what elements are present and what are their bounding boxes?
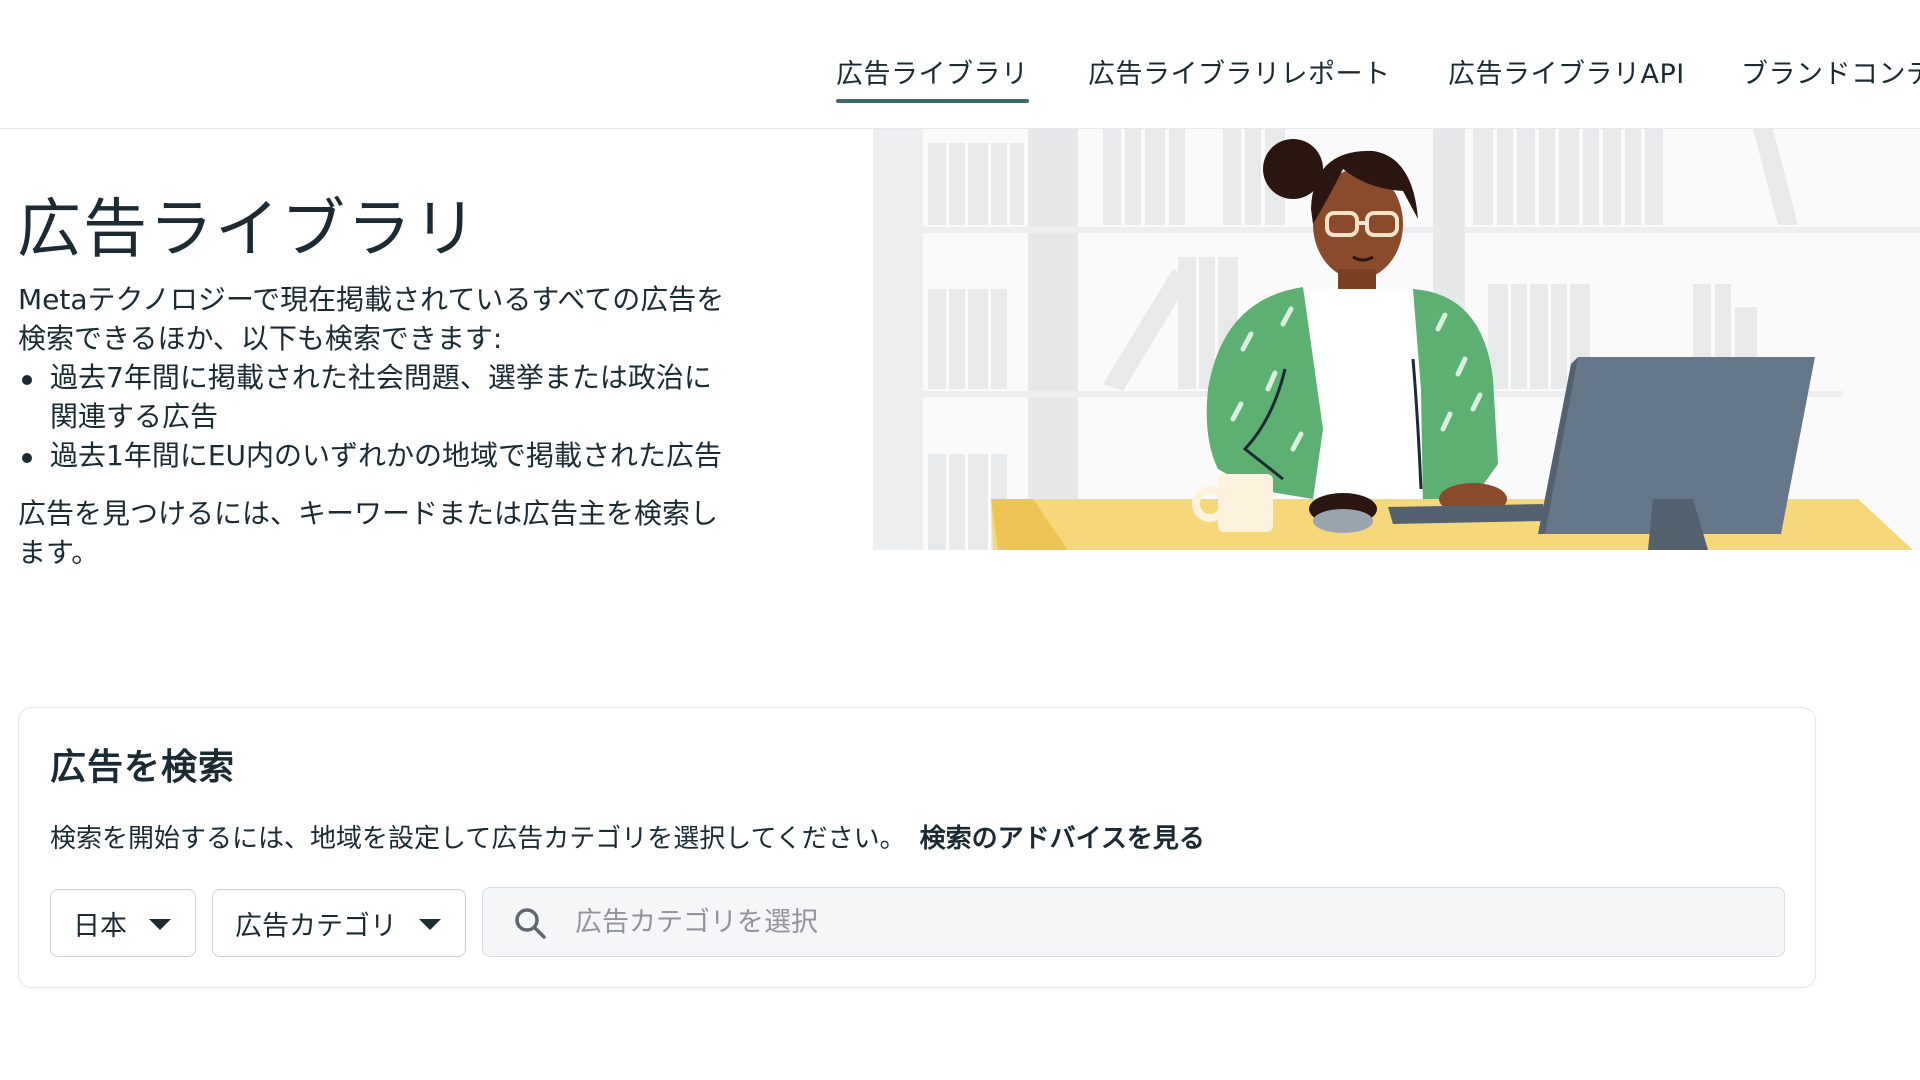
country-dropdown-value: 日本 xyxy=(73,910,127,942)
ad-category-dropdown-value: 広告カテゴリ xyxy=(235,910,397,942)
caret-down-icon xyxy=(419,919,441,930)
search-card-title: 広告を検索 xyxy=(50,747,236,788)
hero-bullet-item: 過去1年間にEU内のいずれかの地域で掲載された広告 xyxy=(18,436,738,475)
search-box[interactable] xyxy=(482,887,1785,957)
search-tips-link[interactable]: 検索のアドバイスを見る xyxy=(920,824,1205,854)
ad-category-dropdown[interactable]: 広告カテゴリ xyxy=(212,889,466,957)
tab-ad-library-api[interactable]: 広告ライブラリAPI xyxy=(1448,52,1685,91)
hero-bullet-list: 過去7年間に掲載された社会問題、選挙または政治に関連する広告 過去1年間にEU内… xyxy=(18,358,738,475)
search-description: 検索を開始するには、地域を設定して広告カテゴリを選択してください。 検索のアドバイ… xyxy=(50,818,1205,855)
page-title: 広告ライブラリ xyxy=(17,193,479,267)
tab-branded-content[interactable]: ブランドコンテ xyxy=(1741,52,1920,91)
search-icon xyxy=(515,908,546,939)
caret-down-icon xyxy=(149,919,171,930)
top-navigation: 広告ライブラリ 広告ライブラリレポート 広告ライブラリAPI ブランドコンテ xyxy=(0,0,1920,129)
search-input[interactable] xyxy=(575,888,1755,956)
search-card: 広告を検索 検索を開始するには、地域を設定して広告カテゴリを選択してください。検… xyxy=(18,707,1816,988)
country-dropdown[interactable]: 日本 xyxy=(50,889,196,957)
tab-ad-library-report[interactable]: 広告ライブラリレポート xyxy=(1088,52,1391,91)
hero-description: Metaテクノロジーで現在掲載されているすべての広告を検索できるほか、以下も検索… xyxy=(18,280,738,572)
woman-at-computer-illustration xyxy=(873,129,1920,550)
search-instructions: 検索を開始するには、地域を設定して広告カテゴリを選択してください。 xyxy=(50,824,906,854)
hero-bullet-item: 過去7年間に掲載された社会問題、選挙または政治に関連する広告 xyxy=(18,358,738,436)
hero-find-text: 広告を見つけるには、キーワードまたは広告主を検索します。 xyxy=(18,497,719,569)
tab-ad-library[interactable]: 広告ライブラリ xyxy=(836,52,1029,103)
hero-illustration xyxy=(873,129,1920,550)
hero-intro: Metaテクノロジーで現在掲載されているすべての広告を検索できるほか、以下も検索… xyxy=(18,283,725,355)
